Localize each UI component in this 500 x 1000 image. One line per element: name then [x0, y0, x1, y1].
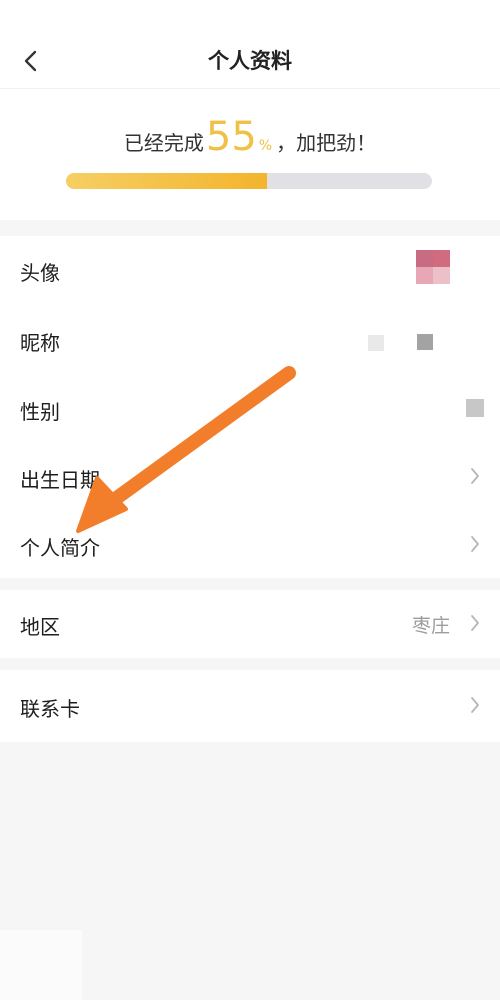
- chevron-right-icon: [471, 615, 479, 631]
- birthdate-row[interactable]: 出生日期: [0, 440, 500, 508]
- completion-prefix: 已经完成: [123, 131, 204, 155]
- contact-card-row[interactable]: 联系卡: [0, 670, 500, 742]
- contact-card-label: 联系卡: [20, 697, 80, 721]
- completion-unit: %: [258, 138, 273, 154]
- nickname-obscured-block: [417, 334, 433, 350]
- completion-suffix: ，加把劲！: [276, 131, 377, 155]
- avatar: [416, 250, 450, 284]
- profile-completion-section: 已经完成 55 % ，加把劲！: [0, 89, 500, 220]
- nickname-label: 昵称: [20, 331, 60, 355]
- bio-label: 个人简介: [20, 536, 100, 560]
- chevron-right-icon: [471, 697, 479, 713]
- bottom-left-panel: [0, 930, 82, 1000]
- gender-obscured-block: [466, 399, 484, 417]
- region-group: 地区 枣庄: [0, 590, 500, 658]
- contact-card-group: 联系卡: [0, 670, 500, 742]
- top-bar: 个人资料: [0, 0, 500, 89]
- avatar-row[interactable]: 头像: [0, 236, 500, 304]
- nickname-obscured-block: [368, 335, 384, 351]
- nickname-row[interactable]: 昵称: [0, 304, 500, 372]
- completion-progress-bar: [66, 173, 432, 189]
- region-row[interactable]: 地区 枣庄: [0, 590, 500, 658]
- completion-message: 已经完成 55 % ，加把劲！: [0, 115, 500, 159]
- chevron-right-icon: [471, 468, 479, 484]
- page-title: 个人资料: [208, 49, 292, 73]
- birthdate-label: 出生日期: [20, 468, 100, 492]
- bio-row[interactable]: 个人简介: [0, 508, 500, 578]
- completion-progress-fill: [66, 173, 268, 189]
- gender-label: 性别: [20, 400, 60, 424]
- profile-info-group: 头像 昵称 性别 出生日期 个人简介: [0, 236, 500, 578]
- region-label: 地区: [20, 615, 60, 639]
- completion-value: 55: [205, 114, 257, 160]
- gender-row[interactable]: 性别: [0, 372, 500, 440]
- region-value: 枣庄: [411, 615, 450, 637]
- avatar-label: 头像: [20, 261, 60, 285]
- chevron-right-icon: [471, 536, 479, 552]
